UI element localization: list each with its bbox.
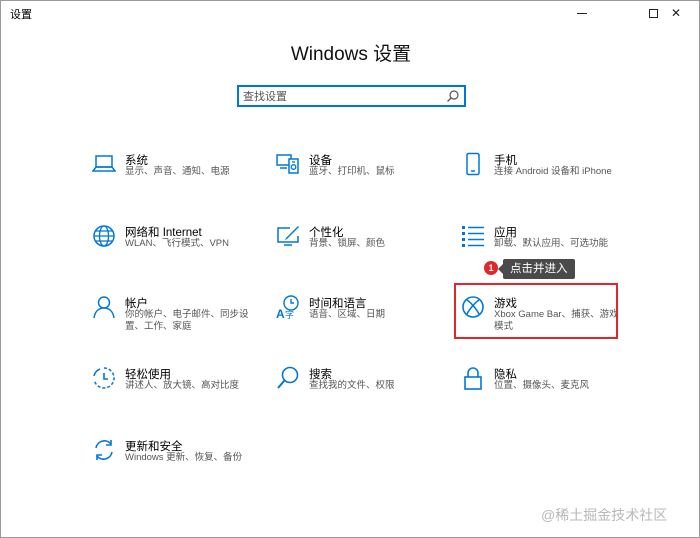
paintbrush-icon — [277, 226, 299, 246]
update-icon — [95, 440, 113, 460]
tile-devices[interactable]: 设备 蓝牙、打印机、鼠标 — [276, 152, 436, 202]
svg-text:字: 字 — [285, 309, 294, 319]
tile-description: 语音、区域、日期 — [309, 309, 386, 320]
laptop-icon — [92, 155, 116, 172]
highlight-box — [454, 283, 618, 339]
close-button[interactable]: ✕ — [653, 1, 699, 25]
settings-window: 设置 ✕ Windows 设置 系统 显示、声音、通知、电源 设备 蓝牙、打印机… — [0, 0, 700, 538]
minimize-button[interactable] — [559, 1, 605, 25]
tile-update-security[interactable]: 更新和安全 Windows 更新、恢复、备份 — [92, 438, 252, 488]
tile-description: 显示、声音、通知、电源 — [125, 166, 230, 177]
tile-description: 位置、摄像头、麦克风 — [494, 380, 590, 391]
tile-phone[interactable]: 手机 连接 Android 设备和 iPhone — [461, 152, 621, 202]
svg-text:A: A — [276, 307, 285, 319]
tile-privacy[interactable]: 隐私 位置、摄像头、麦克风 — [461, 366, 621, 416]
annotation-tooltip: 点击并进入 — [498, 259, 575, 279]
search-icon[interactable] — [446, 89, 460, 103]
title-bar: 设置 ✕ — [1, 1, 699, 25]
devices-icon — [276, 154, 299, 174]
close-icon: ✕ — [670, 6, 682, 20]
tile-ease-of-access[interactable]: 轻松使用 讲述人、放大镜、高对比度 — [92, 366, 252, 416]
time-language-icon: A 字 — [276, 295, 299, 319]
step-badge: 1 — [484, 261, 498, 275]
tile-network[interactable]: 网络和 Internet WLAN、飞行模式、VPN — [92, 224, 252, 274]
tile-description: 背景、锁屏、颜色 — [309, 238, 386, 249]
search-box[interactable] — [237, 85, 466, 107]
tile-description: 蓝牙、打印机、鼠标 — [309, 166, 395, 177]
page-title: Windows 设置 — [290, 44, 412, 65]
lock-icon — [464, 367, 482, 390]
tile-accounts[interactable]: 帐户 你的帐户、电子邮件、同步设置、工作、家庭 — [92, 295, 252, 345]
tile-description: 连接 Android 设备和 iPhone — [494, 166, 612, 177]
tile-personalization[interactable]: 个性化 背景、锁屏、颜色 — [276, 224, 436, 274]
phone-icon — [466, 152, 480, 176]
tile-description: 你的帐户、电子邮件、同步设置、工作、家庭 — [125, 309, 249, 332]
apps-list-icon — [462, 226, 484, 247]
watermark: @稀土掘金技术社区 — [541, 507, 668, 523]
tile-description: WLAN、飞行模式、VPN — [125, 238, 229, 249]
tile-system[interactable]: 系统 显示、声音、通知、电源 — [92, 152, 252, 202]
search-input[interactable] — [243, 89, 438, 104]
tile-description: 卸载、默认应用、可选功能 — [494, 238, 609, 249]
tile-search[interactable]: 搜索 查找我的文件、权限 — [276, 366, 436, 416]
search-magnifier-icon — [277, 366, 299, 389]
window-title: 设置 — [10, 9, 32, 21]
ease-of-access-icon — [93, 367, 115, 389]
globe-icon — [93, 225, 115, 247]
person-icon — [93, 296, 115, 319]
tile-description: Windows 更新、恢复、备份 — [125, 452, 243, 463]
minimize-icon — [577, 12, 587, 14]
tile-description: 讲述人、放大镜、高对比度 — [125, 380, 240, 391]
tile-description: 查找我的文件、权限 — [309, 380, 395, 391]
tile-time-language[interactable]: A 字 时间和语言 语音、区域、日期 — [276, 295, 436, 345]
